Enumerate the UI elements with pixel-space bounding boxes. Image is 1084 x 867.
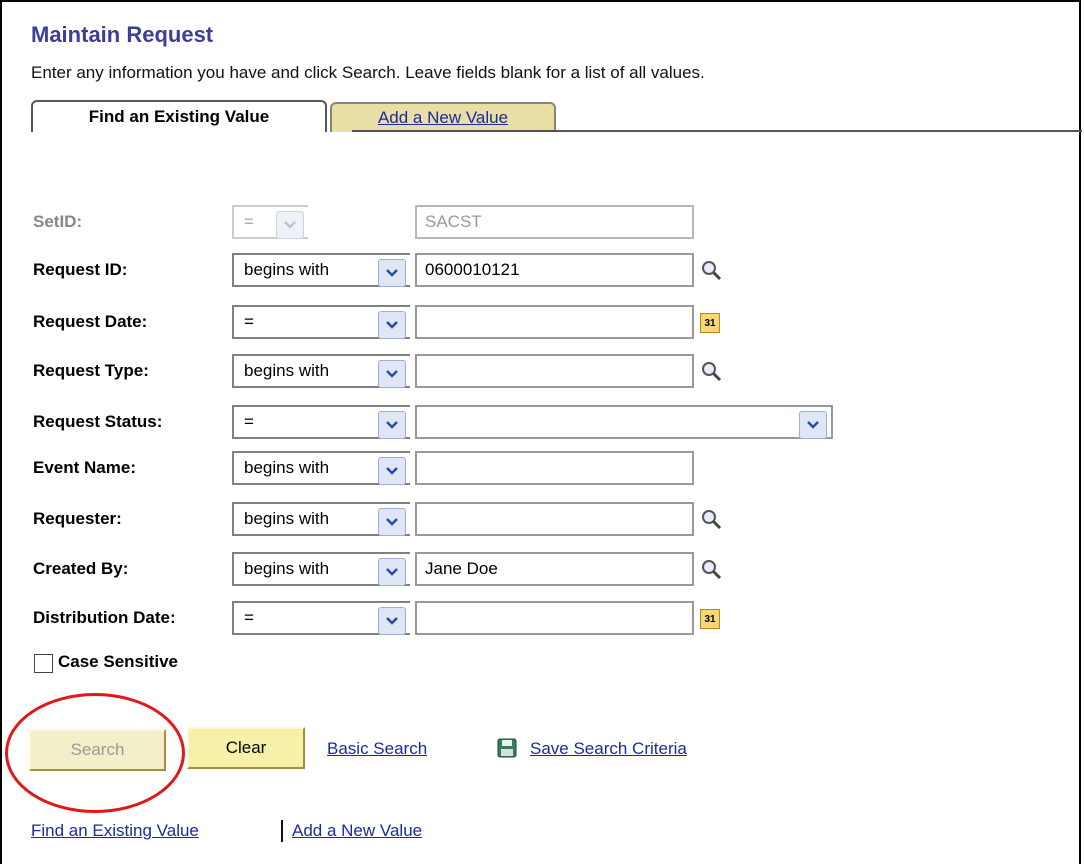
distribution-date-input[interactable]	[415, 601, 694, 635]
request-id-input[interactable]: 0600010121	[415, 253, 694, 287]
chevron-down-icon[interactable]	[799, 411, 827, 439]
add-new-value-link[interactable]: Add a New Value	[292, 821, 422, 841]
event-name-operator-value: begins with	[244, 458, 330, 477]
tab-label: Find an Existing Value	[88, 107, 270, 126]
tab-add-new-value[interactable]: Add a New Value	[330, 102, 556, 132]
find-existing-value-link[interactable]: Find an Existing Value	[31, 821, 199, 841]
request-date-input[interactable]	[415, 305, 694, 339]
chevron-down-icon[interactable]	[378, 411, 406, 439]
lookup-icon[interactable]	[700, 360, 722, 382]
request-type-operator-value: begins with	[244, 361, 330, 380]
chevron-down-icon[interactable]	[378, 360, 406, 388]
request-type-label: Request Type:	[33, 361, 149, 380]
distribution-date-label: Distribution Date:	[33, 608, 176, 627]
request-id-value: 0600010121	[425, 260, 520, 279]
request-id-label: Request ID:	[33, 260, 128, 279]
setid-input: SACST	[415, 205, 694, 239]
requester-label: Requester:	[33, 509, 122, 528]
request-id-operator-select[interactable]: begins with	[232, 253, 410, 287]
setid-operator-select: =	[232, 205, 308, 239]
request-status-operator-value: =	[244, 412, 254, 431]
created-by-input[interactable]: Jane Doe	[415, 552, 694, 586]
chevron-down-icon	[276, 211, 304, 239]
request-type-input[interactable]	[415, 354, 694, 388]
request-type-operator-select[interactable]: begins with	[232, 354, 410, 388]
created-by-value: Jane Doe	[425, 559, 498, 578]
calendar-icon[interactable]: 31	[700, 609, 720, 629]
created-by-label: Created By:	[33, 559, 129, 578]
lookup-icon[interactable]	[700, 558, 722, 580]
clear-button-label: Clear	[225, 738, 267, 757]
tab-label: Add a New Value	[377, 108, 509, 127]
chevron-down-icon[interactable]	[378, 457, 406, 485]
distribution-date-operator-value: =	[244, 608, 254, 627]
save-icon[interactable]	[497, 738, 517, 758]
tab-divider	[352, 130, 1082, 132]
request-status-label: Request Status:	[33, 412, 163, 431]
chevron-down-icon[interactable]	[378, 311, 406, 339]
clear-button[interactable]: Clear	[187, 727, 305, 769]
case-sensitive-label: Case Sensitive	[58, 652, 179, 671]
setid-value: SACST	[425, 212, 482, 231]
request-status-select[interactable]	[415, 405, 833, 439]
tab-find-existing-value[interactable]: Find an Existing Value	[31, 100, 327, 132]
requester-input[interactable]	[415, 502, 694, 536]
requester-operator-select[interactable]: begins with	[232, 502, 410, 536]
chevron-down-icon[interactable]	[378, 259, 406, 287]
chevron-down-icon[interactable]	[378, 508, 406, 536]
event-name-input[interactable]	[415, 451, 694, 485]
link-separator	[281, 820, 283, 842]
distribution-date-operator-select[interactable]: =	[232, 601, 410, 635]
lookup-icon[interactable]	[700, 259, 722, 281]
request-date-operator-value: =	[244, 312, 254, 331]
request-date-operator-select[interactable]: =	[232, 305, 410, 339]
request-date-label: Request Date:	[33, 312, 148, 331]
case-sensitive-checkbox[interactable]	[34, 654, 53, 673]
annotation-circle	[5, 693, 185, 813]
created-by-operator-value: begins with	[244, 559, 330, 578]
event-name-operator-select[interactable]: begins with	[232, 451, 410, 485]
page-instructions: Enter any information you have and click…	[31, 63, 705, 82]
calendar-icon[interactable]: 31	[700, 313, 720, 333]
setid-label: SetID:	[33, 212, 83, 231]
request-status-operator-select[interactable]: =	[232, 405, 410, 439]
event-name-label: Event Name:	[33, 458, 136, 477]
basic-search-link[interactable]: Basic Search	[327, 739, 427, 759]
lookup-icon[interactable]	[700, 508, 722, 530]
setid-operator-value: =	[244, 212, 254, 231]
page-title: Maintain Request	[31, 22, 214, 47]
request-id-operator-value: begins with	[244, 260, 330, 279]
requester-operator-value: begins with	[244, 509, 330, 528]
save-search-criteria-link[interactable]: Save Search Criteria	[530, 739, 687, 759]
chevron-down-icon[interactable]	[378, 607, 406, 635]
chevron-down-icon[interactable]	[378, 558, 406, 586]
created-by-operator-select[interactable]: begins with	[232, 552, 410, 586]
